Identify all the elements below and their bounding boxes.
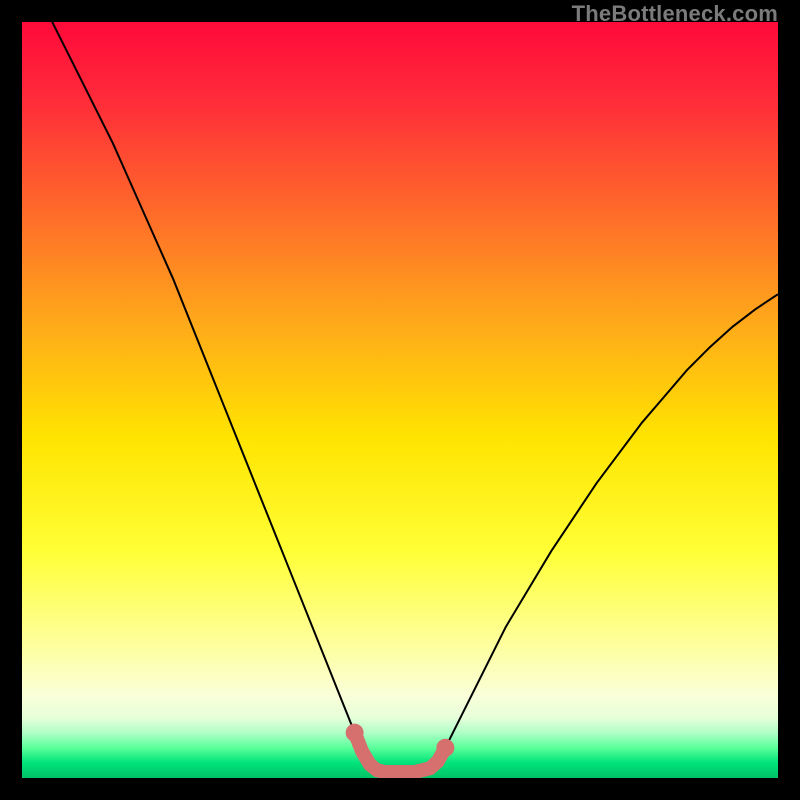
highlight-end-dot	[436, 739, 454, 757]
attribution-label: TheBottleneck.com	[572, 1, 778, 27]
chart-frame: TheBottleneck.com	[0, 0, 800, 800]
optimal-zone-highlight	[355, 733, 446, 772]
highlight-start-dot	[346, 724, 364, 742]
plot-area	[22, 22, 778, 778]
curve-svg	[22, 22, 778, 778]
bottleneck-curve	[52, 22, 778, 772]
